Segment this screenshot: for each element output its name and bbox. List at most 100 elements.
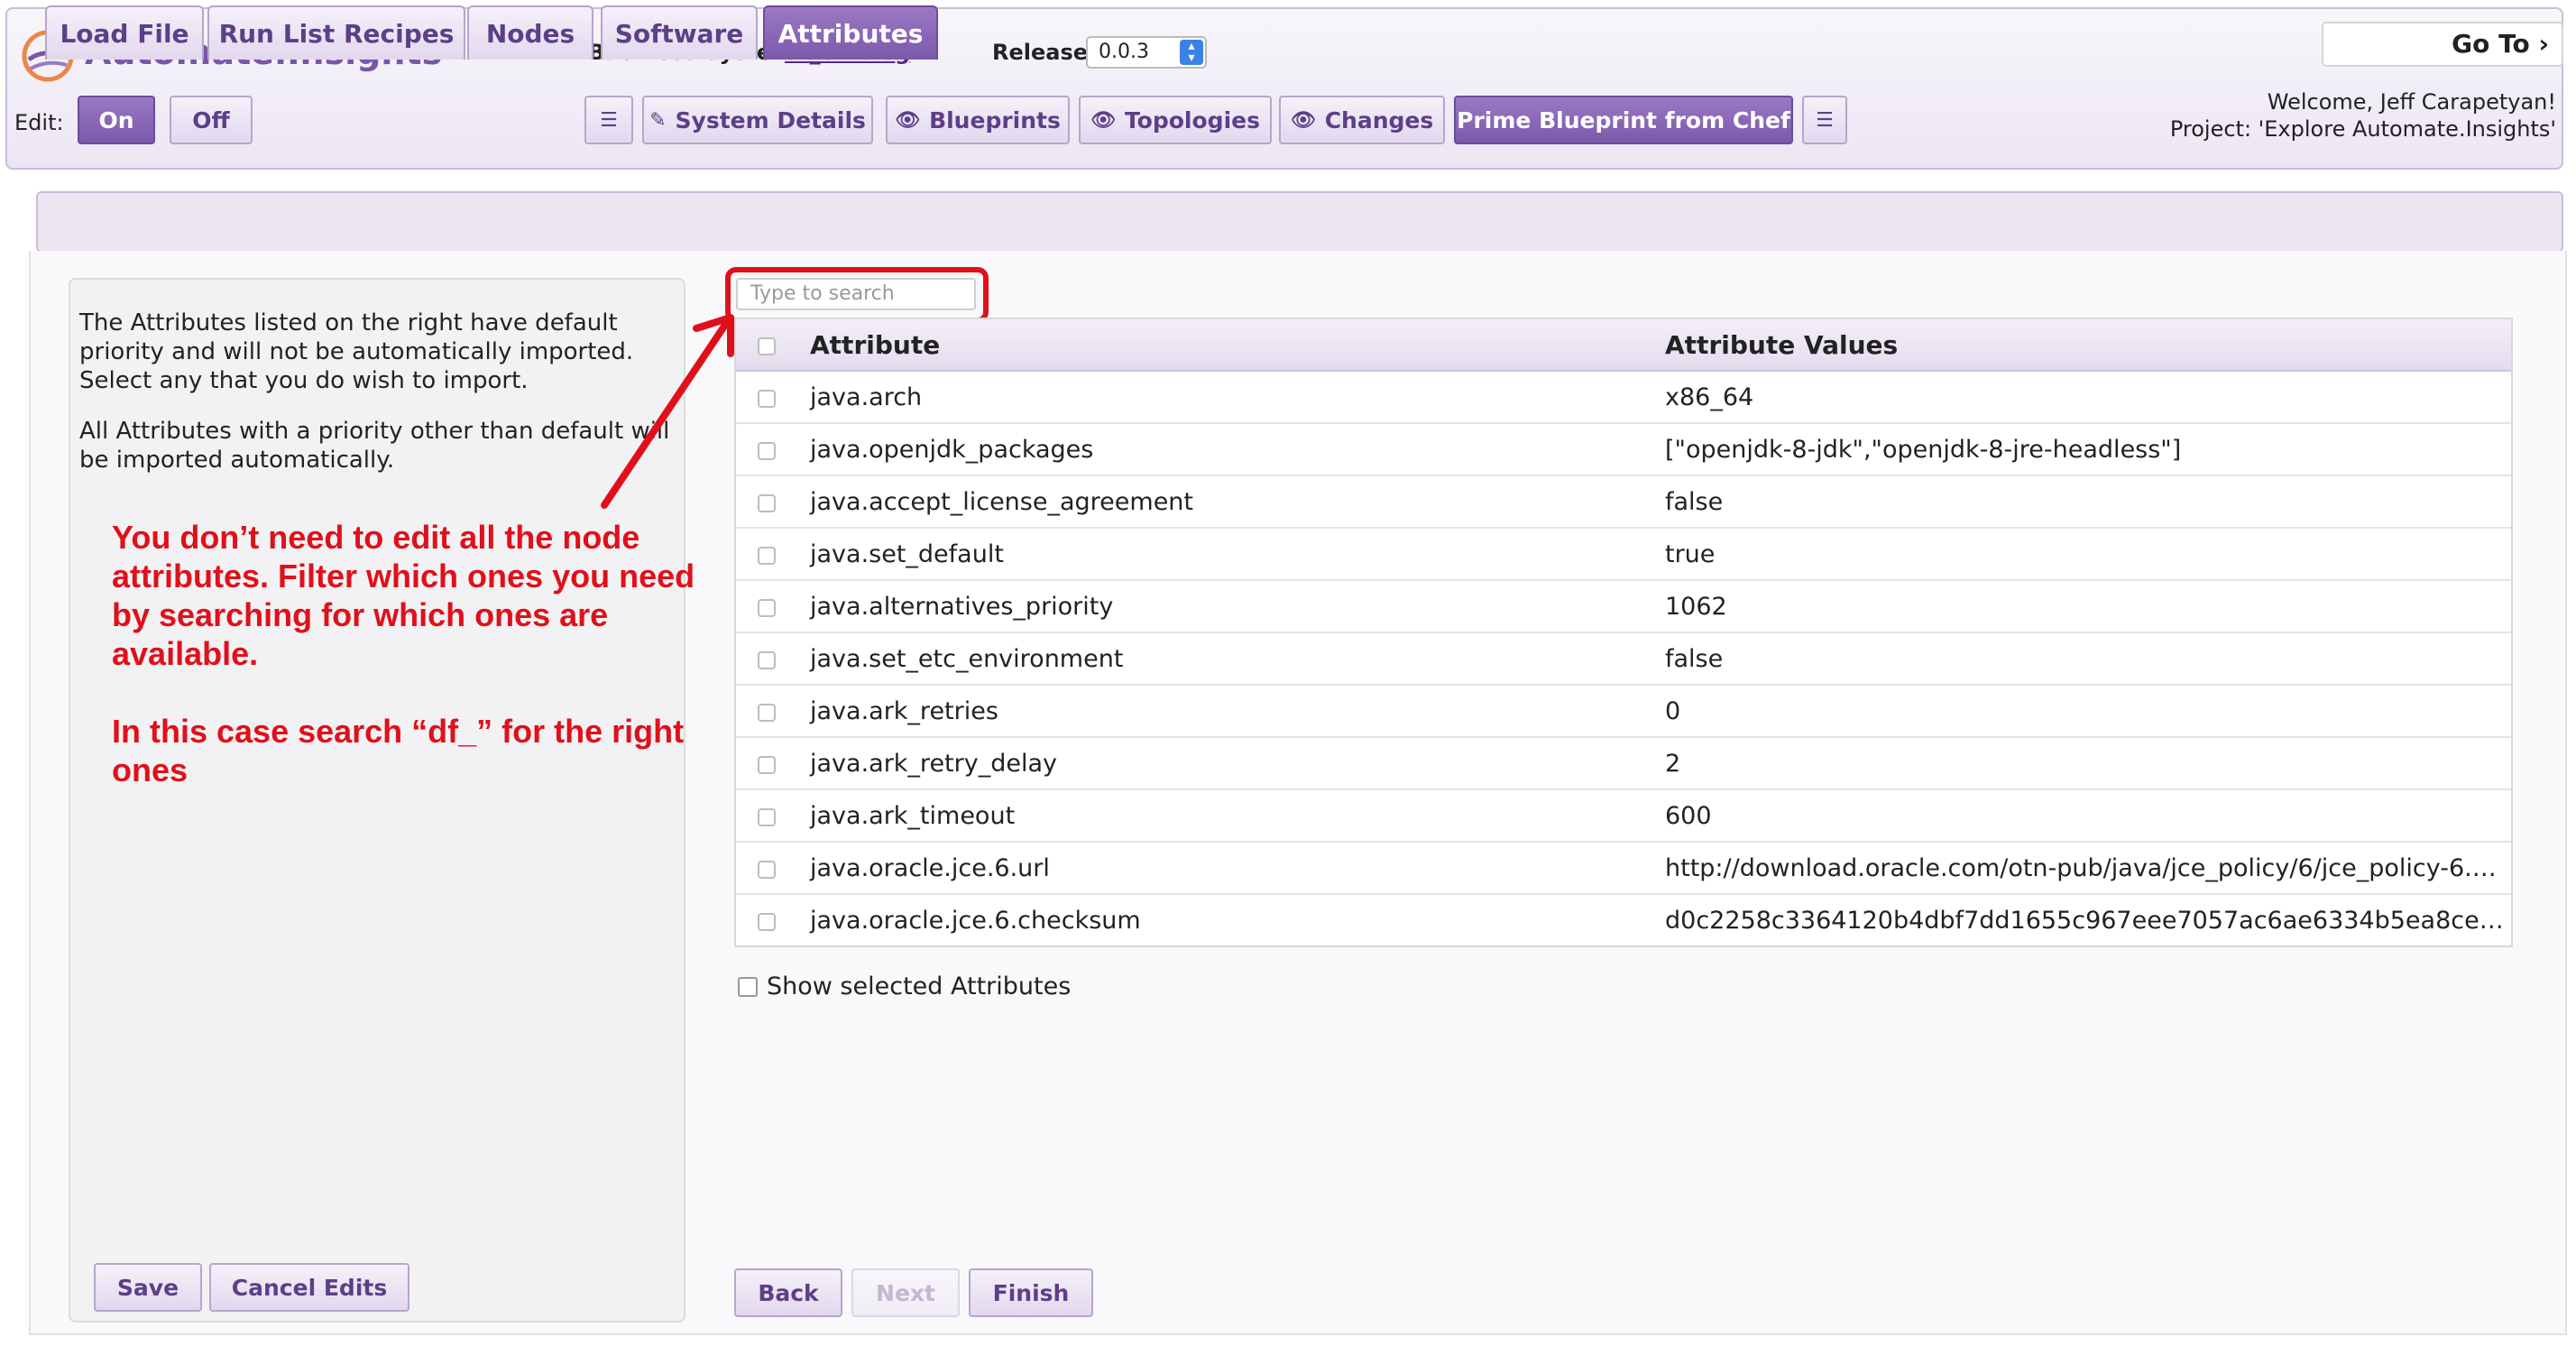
attribute-column-header: Attribute [810,330,941,360]
topologies-button[interactable]: 👁 Topologies [1079,96,1272,144]
attribute-value: true [1665,540,1716,568]
eye-icon: 👁 [895,108,921,132]
values-column-header: Attribute Values [1665,330,1899,360]
row-checkbox[interactable] [758,704,776,722]
row-checkbox[interactable] [758,651,776,669]
system-details-button[interactable]: ✎ System Details [642,96,873,144]
hamburger-icon: ☰ [1816,108,1834,132]
attribute-value: x86_64 [1665,383,1754,411]
tab-nodes[interactable]: Nodes [467,5,593,60]
attribute-name: java.accept_license_agreement [810,488,1193,516]
release-label: Release [992,40,1089,65]
table-row[interactable]: java.ark_retry_delay 2 [736,738,2511,790]
row-checkbox[interactable] [758,547,776,565]
pencil-icon: ✎ [649,108,667,132]
prime-blueprint-label: Prime Blueprint from Chef [1457,106,1790,134]
table-row[interactable]: java.ark_timeout 600 [736,790,2511,843]
row-checkbox[interactable] [758,599,776,617]
cancel-edits-button[interactable]: Cancel Edits [209,1263,409,1312]
row-checkbox[interactable] [758,494,776,512]
table-row[interactable]: java.accept_license_agreement false [736,476,2511,529]
table-row[interactable]: java.openjdk_packages ["openjdk-8-jdk","o… [736,424,2511,476]
table-row[interactable]: java.oracle.jce.6.url http://download.ora… [736,843,2511,895]
topologies-label: Topologies [1124,106,1260,134]
save-label: Save [116,1274,179,1301]
search-highlight-box [725,267,989,323]
tab-load-file[interactable]: Load File [45,5,204,60]
attribute-value: ["openjdk-8-jdk","openjdk-8-jre-headless… [1665,436,2182,464]
attribute-name: java.ark_retry_delay [810,750,1057,778]
table-row[interactable]: java.arch x86_64 [736,372,2511,424]
edit-off-button[interactable]: Off [170,96,253,144]
system-details-label: System Details [675,106,866,134]
edit-off-label: Off [192,106,230,134]
hamburger-icon: ☰ [600,108,618,132]
red-annotation: You don’t need to edit all the node attr… [112,518,698,828]
attribute-name: java.ark_timeout [810,802,1016,830]
show-selected-toggle[interactable]: Show selected Attributes [738,973,1071,1000]
row-checkbox[interactable] [758,861,776,879]
finish-label: Finish [992,1279,1070,1306]
attribute-name: java.openjdk_packages [810,436,1094,464]
next-button[interactable]: Next [851,1268,960,1317]
project-text: Project: 'Explore Automate.Insights' [2169,116,2556,142]
attribute-name: java.oracle.jce.6.checksum [810,907,1141,935]
table-row[interactable]: java.set_etc_environment false [736,633,2511,686]
chevron-right-icon: › [2538,29,2549,59]
back-label: Back [758,1279,819,1306]
table-row[interactable]: java.oracle.jce.6.checksum d0c2258c336412… [736,895,2513,947]
finish-button[interactable]: Finish [969,1268,1093,1317]
eye-icon: 👁 [1290,108,1316,132]
attribute-value: false [1665,645,1724,673]
goto-button[interactable]: Go To › [2322,22,2563,67]
menu-button[interactable]: ☰ [584,96,633,144]
blueprints-label: Blueprints [929,106,1061,134]
select-stepper-icon: ▴ ▾ [1180,40,1203,65]
edit-label: Edit: [14,110,64,135]
eye-icon: 👁 [1090,108,1116,132]
attribute-name: java.set_etc_environment [810,645,1124,673]
row-checkbox[interactable] [758,756,776,774]
tab-software[interactable]: Software [601,5,758,60]
attributes-table: Attribute Attribute Values java.arch x86_… [734,318,2513,947]
row-checkbox[interactable] [758,808,776,826]
attribute-name: java.alternatives_priority [810,593,1114,621]
tab-bar [36,191,2563,253]
release-select[interactable]: 0.0.3 ▴ ▾ [1086,36,1207,69]
changes-button[interactable]: 👁 Changes [1279,96,1445,144]
attribute-name: java.oracle.jce.6.url [810,854,1050,882]
back-button[interactable]: Back [734,1268,842,1317]
next-label: Next [876,1279,935,1306]
attribute-name: java.arch [810,383,923,411]
select-all-checkbox[interactable] [758,337,776,355]
table-row[interactable]: java.ark_retries 0 [736,686,2511,738]
more-menu-button[interactable]: ☰ [1802,96,1847,144]
table-row[interactable]: java.set_default true [736,529,2511,581]
tab-attributes[interactable]: Attributes [763,5,938,60]
attribute-value: false [1665,488,1724,516]
user-info: Welcome, Jeff Carapetyan! Project: 'Expl… [2170,88,2556,143]
row-checkbox[interactable] [758,442,776,460]
row-checkbox[interactable] [758,913,776,931]
release-value: 0.0.3 [1099,41,1149,63]
attribute-value: 1062 [1665,593,1727,621]
edit-on-button[interactable]: On [78,96,155,144]
attribute-name: java.ark_retries [810,697,998,725]
show-selected-checkbox[interactable] [738,976,758,997]
welcome-text: Welcome, Jeff Carapetyan! [2267,89,2556,115]
save-button[interactable]: Save [94,1263,202,1312]
attribute-value: http://download.oracle.com/otn-pub/java/… [1665,854,2497,882]
attribute-value: d0c2258c3364120b4dbf7dd1655c967eee7057ac… [1665,907,2513,935]
prime-blueprint-button[interactable]: Prime Blueprint from Chef [1454,96,1793,144]
edit-on-label: On [98,106,134,134]
show-selected-label: Show selected Attributes [767,973,1072,1000]
goto-label: Go To [2452,29,2530,59]
attribute-value: 2 [1665,750,1681,778]
row-checkbox[interactable] [758,390,776,408]
tab-run-list-recipes[interactable]: Run List Recipes [207,5,465,60]
blueprints-button[interactable]: 👁 Blueprints [886,96,1070,144]
table-row[interactable]: java.alternatives_priority 1062 [736,581,2511,633]
annotation-line-1: You don’t need to edit all the node attr… [112,519,695,672]
attribute-value: 600 [1665,802,1712,830]
red-arrow-icon [601,314,734,509]
